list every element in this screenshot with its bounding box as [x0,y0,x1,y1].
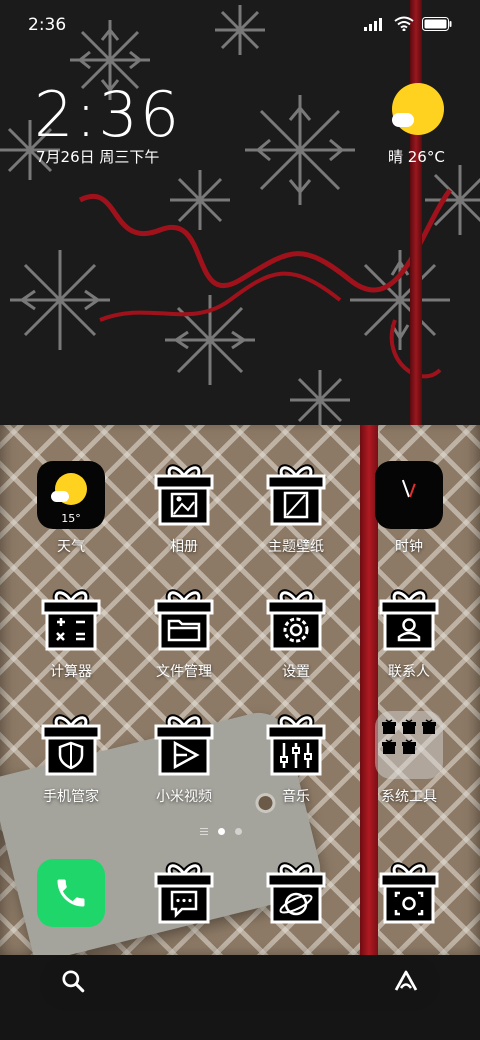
battery-icon [422,16,452,35]
app-label: 小米视频 [156,789,212,805]
dock-phone[interactable] [16,858,126,928]
cloud-icon [392,113,414,127]
app-calculator[interactable]: 计算器 [16,585,126,681]
weather-temp: 15° [61,512,81,525]
weather-icon: 15° [37,461,105,529]
app-mi-video[interactable]: 小米视频 [129,710,239,806]
page-indicator[interactable] [200,828,242,835]
app-file-manager[interactable]: 文件管理 [129,585,239,681]
wallpaper-snowflake-paper [0,0,480,430]
minus-one-screen-icon [200,828,208,835]
shield-icon [36,710,106,780]
contacts-icon [374,585,444,655]
mini-app-icon [382,719,396,734]
mini-app-icon [402,739,416,754]
app-label: 联系人 [388,664,430,680]
app-label: 相册 [170,539,198,555]
equalizer-icon [261,710,331,780]
clock-widget-date[interactable]: 7月26日 周三下午 [36,146,159,167]
app-themes[interactable]: 主题壁纸 [241,460,351,556]
dock-messages[interactable] [129,858,239,928]
weather-widget-text[interactable]: 晴 26°C [388,146,445,167]
search-icon[interactable] [60,968,86,998]
page-dot [235,828,242,835]
app-label: 天气 [57,539,85,555]
app-music[interactable]: 音乐 [241,710,351,806]
gear-icon [261,585,331,655]
status-icons [364,16,452,35]
assistant-icon[interactable] [392,968,420,998]
app-clock[interactable]: 时钟 [354,460,464,556]
app-label: 文件管理 [156,664,212,680]
app-label: 主题壁纸 [268,539,324,555]
app-contacts[interactable]: 联系人 [354,585,464,681]
folder-icon [149,585,219,655]
camera-icon [374,858,444,928]
video-icon [149,710,219,780]
wifi-icon [394,16,414,35]
app-gallery[interactable]: 相册 [129,460,239,556]
signal-icon [364,16,386,35]
app-security[interactable]: 手机管家 [16,710,126,806]
phone-icon [37,859,105,927]
app-weather[interactable]: 15° 天气 [16,460,126,556]
ribbon [410,0,422,430]
clock-icon [375,461,443,529]
search-bar[interactable] [40,955,440,1011]
folder-system-tools-icon [375,711,443,779]
themes-icon [261,460,331,530]
app-label: 系统工具 [381,789,437,805]
message-icon [149,858,219,928]
app-label: 手机管家 [43,789,99,805]
status-bar: 2:36 [0,0,480,50]
mini-app-icon [402,719,416,734]
calculator-icon [36,585,106,655]
app-label: 计算器 [50,664,92,680]
dock-browser[interactable] [241,858,351,928]
sun-cloud-icon[interactable] [392,83,444,135]
app-label: 设置 [282,664,310,680]
page-dot-active [218,828,225,835]
dock-camera[interactable] [354,858,464,928]
browser-icon [261,858,331,928]
clock-widget-time[interactable]: 2:36 [34,78,181,151]
mini-app-icon [422,719,436,734]
app-label: 音乐 [282,789,310,805]
mini-app-icon [382,739,396,754]
app-settings[interactable]: 设置 [241,585,351,681]
app-label: 时钟 [395,539,423,555]
status-time: 2:36 [28,15,67,35]
app-folder-system-tools[interactable]: 系统工具 [354,710,464,806]
gallery-icon [149,460,219,530]
